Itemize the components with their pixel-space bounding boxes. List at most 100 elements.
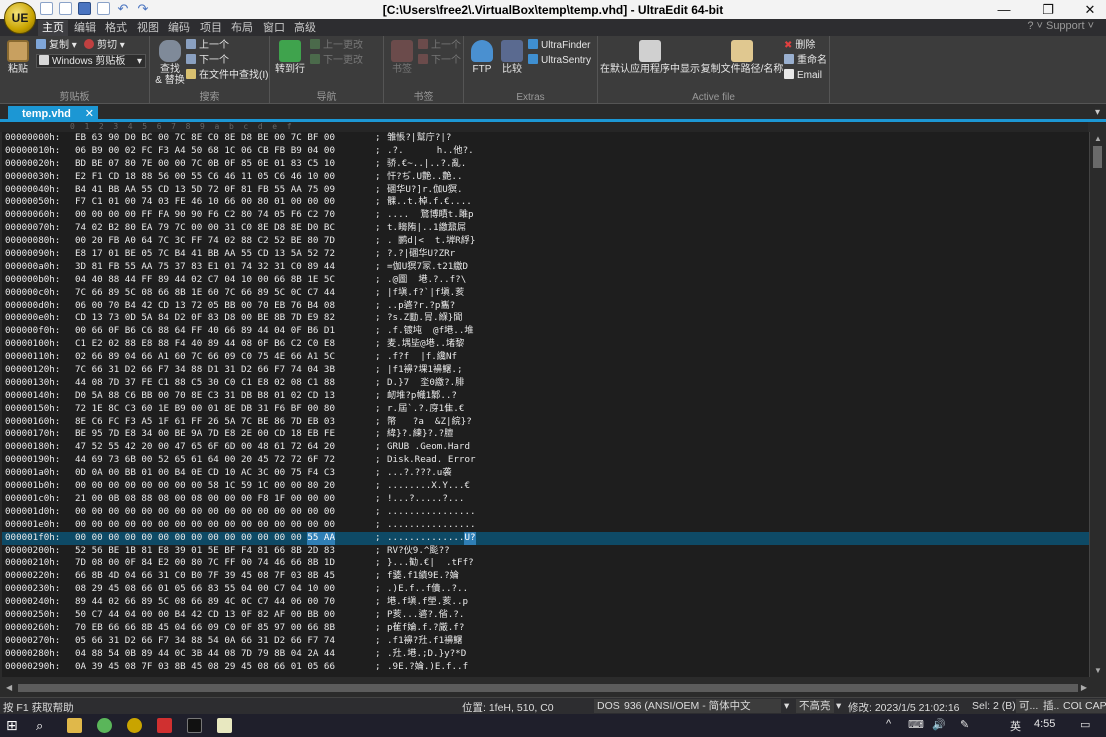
- hex-text[interactable]: ?s.Z勔.冐.緥}閭: [387, 312, 462, 325]
- clipboard-select[interactable]: Windows 剪贴板 ▾: [36, 54, 146, 68]
- hex-text[interactable]: ?.?|碅华U?ZRr: [387, 248, 455, 261]
- hex-row[interactable]: 00000000h: EB 63 90 D0 BC 00 7C 8E C0 8E …: [2, 132, 1089, 145]
- hex-bytes[interactable]: 47 52 55 42 20 00 47 65 6F 6D 00 48 61 7…: [75, 441, 375, 454]
- hex-text[interactable]: .?. h..他?.: [387, 145, 474, 158]
- volume-icon[interactable]: 🔊: [932, 718, 946, 731]
- hex-bytes[interactable]: BE 95 7D E8 34 00 BE 9A 7D E8 2E 00 CD 1…: [75, 428, 375, 441]
- search-icon[interactable]: ⌕: [36, 718, 51, 733]
- hex-text[interactable]: .@圖 塂.?..f?\: [387, 274, 466, 287]
- hex-bytes[interactable]: EB 63 90 D0 BC 00 7C 8E C0 8E D8 BE 00 7…: [75, 132, 375, 145]
- ultrafinder-button[interactable]: UltraFinder: [528, 39, 590, 53]
- hex-row[interactable]: 00000200h: 52 56 BE 1B 81 E8 39 01 5E BF …: [2, 545, 1089, 558]
- hex-row[interactable]: 000001f0h: 00 00 00 00 00 00 00 00 00 00 …: [2, 531, 1089, 545]
- hex-row[interactable]: 00000020h: BD BE 07 80 7E 00 00 7C 0B 0F …: [2, 158, 1089, 171]
- find-prev-button[interactable]: 上一个: [186, 39, 229, 53]
- hex-bytes[interactable]: 00 00 00 00 00 00 00 00 00 00 00 00 00 0…: [75, 519, 375, 532]
- scroll-up-icon[interactable]: ▲: [1094, 134, 1102, 143]
- hex-bytes[interactable]: 0D 0A 00 BB 01 00 B4 0E CD 10 AC 3C 00 7…: [75, 467, 375, 480]
- hex-text[interactable]: 髁..t.棹.f.€....: [387, 196, 472, 209]
- hex-text[interactable]: .f.镀坉 @f塂..堆: [387, 325, 474, 338]
- hex-text[interactable]: Disk.Read. Error: [387, 454, 476, 467]
- hex-row[interactable]: 00000180h: 47 52 55 42 20 00 47 65 6F 6D …: [2, 441, 1089, 454]
- delete-button[interactable]: ✖ 删除: [784, 39, 815, 53]
- tab-view[interactable]: 视图: [133, 20, 163, 36]
- support-menu[interactable]: ? ˅ Support ˅: [1027, 20, 1094, 32]
- hex-text[interactable]: r.屆`.?.庌1隹.€: [387, 403, 464, 416]
- hex-text[interactable]: ................: [387, 519, 476, 532]
- vertical-scroll-thumb[interactable]: [1093, 146, 1102, 168]
- hex-row[interactable]: 000000e0h: CD 13 73 0D 5A 84 D2 0F 83 D8 …: [2, 312, 1089, 325]
- hex-row[interactable]: 000000a0h: 3D 81 FB 55 AA 75 37 83 E1 01 …: [2, 261, 1089, 274]
- hex-text[interactable]: }...勧.€| .tFf?: [387, 557, 474, 570]
- hex-row[interactable]: 000000b0h: 04 40 88 44 FF 89 44 02 C7 04 …: [2, 274, 1089, 287]
- hex-row[interactable]: 00000170h: BE 95 7D E8 34 00 BE 9A 7D E8 …: [2, 428, 1089, 441]
- hex-text[interactable]: 忓?ぢ.U艶..艶..: [387, 171, 462, 184]
- next-change-button[interactable]: 下一更改: [310, 54, 363, 68]
- show-in-default-app-button[interactable]: 在默认应用程序中显示: [600, 40, 700, 75]
- app-logo[interactable]: UE: [4, 2, 36, 34]
- find-next-button[interactable]: 下一个: [186, 54, 229, 68]
- find-in-files-button[interactable]: 在文件中查找(I): [186, 69, 268, 83]
- hex-row[interactable]: 00000260h: 70 EB 66 66 8B 45 04 66 09 C0 …: [2, 622, 1089, 635]
- hex-text[interactable]: P荄...碆?.偗.?.: [387, 609, 464, 622]
- hex-row[interactable]: 00000040h: B4 41 BB AA 55 CD 13 5D 72 0F …: [2, 184, 1089, 197]
- hex-text[interactable]: ................: [387, 506, 476, 519]
- hex-bytes[interactable]: 21 00 0B 08 88 08 00 08 00 00 00 F8 1F 0…: [75, 493, 375, 506]
- ftp-button[interactable]: FTP: [468, 40, 496, 75]
- close-tab-icon[interactable]: ✕: [85, 106, 94, 122]
- hex-row[interactable]: 00000230h: 08 29 45 08 66 01 05 66 83 55 …: [2, 583, 1089, 596]
- hex-bytes[interactable]: 72 1E 8C C3 60 1E B9 00 01 8E DB 31 F6 B…: [75, 403, 375, 416]
- tab-project[interactable]: 项目: [196, 20, 226, 36]
- hex-row[interactable]: 00000080h: 00 20 FB A0 64 7C 3C FF 74 02 …: [2, 235, 1089, 248]
- hex-editor[interactable]: 00000000h: EB 63 90 D0 BC 00 7C 8E C0 8E …: [2, 132, 1089, 677]
- hex-text[interactable]: GRUB .Geom.Hard: [387, 441, 476, 454]
- hex-row[interactable]: 00000240h: 89 44 02 66 89 5C 08 66 89 4C …: [2, 596, 1089, 609]
- hex-text[interactable]: t.矈陏|..1繳鼐屌: [387, 222, 466, 235]
- hex-row[interactable]: 00000010h: 06 B9 00 02 FC F3 A4 50 68 1C …: [2, 145, 1089, 158]
- hex-row[interactable]: 00000150h: 72 1E 8C C3 60 1E B9 00 01 8E …: [2, 403, 1089, 416]
- hex-text[interactable]: 麦.堣坒@塂..堵黎: [387, 338, 464, 351]
- scroll-down-icon[interactable]: ▼: [1094, 666, 1102, 675]
- hex-text[interactable]: |f1襣?堁1襣鱰.;: [387, 364, 462, 377]
- hex-text[interactable]: |f塡.f?`|f塡.荄: [387, 287, 464, 300]
- horizontal-scrollbar[interactable]: ◀ ▶: [2, 681, 1089, 695]
- hex-text[interactable]: ...?.???.u袭: [387, 467, 452, 480]
- hex-row[interactable]: 00000050h: F7 C1 01 00 74 03 FE 46 10 66 …: [2, 196, 1089, 209]
- tab-layout[interactable]: 布局: [227, 20, 257, 36]
- hex-row[interactable]: 00000210h: 7D 08 00 0F 84 E2 00 80 7C FF …: [2, 557, 1089, 570]
- windows-start-icon[interactable]: ⊞: [6, 718, 21, 733]
- hex-text[interactable]: 碅华U?]r.伽U猽.: [387, 184, 462, 197]
- hex-bytes[interactable]: BD BE 07 80 7E 00 00 7C 0B 0F 85 0E 01 8…: [75, 158, 375, 171]
- hex-bytes[interactable]: 04 40 88 44 FF 89 44 02 C7 04 10 00 66 8…: [75, 274, 375, 287]
- vertical-scrollbar[interactable]: ▲ ▼: [1089, 132, 1104, 677]
- hex-text[interactable]: =伽U猽7冡.t21繳D: [387, 261, 468, 274]
- hex-row[interactable]: 00000140h: D0 5A 88 C6 BB 00 70 8E C3 31 …: [2, 390, 1089, 403]
- hex-text[interactable]: 塂.f塡.f塋.荄..p: [387, 596, 468, 609]
- hex-bytes[interactable]: 0A 39 45 08 7F 03 8B 45 08 29 45 08 66 0…: [75, 661, 375, 674]
- hex-bytes[interactable]: B4 41 BB AA 55 CD 13 5D 72 0F 81 FB 55 A…: [75, 184, 375, 197]
- hex-row[interactable]: 00000280h: 04 88 54 0B 89 44 0C 3B 44 08 …: [2, 648, 1089, 661]
- paste-button[interactable]: 粘贴: [4, 40, 32, 75]
- hex-row[interactable]: 000000c0h: 7C 66 89 5C 08 66 8B 1E 60 7C …: [2, 287, 1089, 300]
- hex-text[interactable]: .)E.f..f僓..?..: [387, 583, 468, 596]
- wps-icon[interactable]: [157, 718, 172, 733]
- next-bookmark-button[interactable]: 下一个: [418, 54, 461, 68]
- hex-bytes[interactable]: 7C 66 89 5C 08 66 8B 1E 60 7C 66 89 5C 0…: [75, 287, 375, 300]
- hex-row[interactable]: 000001e0h: 00 00 00 00 00 00 00 00 00 00 …: [2, 519, 1089, 532]
- hex-row[interactable]: 000000f0h: 00 66 0F B6 C6 88 64 FF 40 66 …: [2, 325, 1089, 338]
- hex-text[interactable]: ..............U?: [387, 531, 476, 545]
- goto-line-button[interactable]: 转到行: [273, 40, 307, 75]
- status-cap[interactable]: CAP: [1082, 699, 1106, 713]
- hex-bytes[interactable]: 44 08 7D 37 FE C1 88 C5 30 C0 C1 E8 02 0…: [75, 377, 375, 390]
- hex-row[interactable]: 000001d0h: 00 00 00 00 00 00 00 00 00 00 …: [2, 506, 1089, 519]
- hex-bytes[interactable]: D0 5A 88 C6 BB 00 70 8E C3 31 DB B8 01 0…: [75, 390, 375, 403]
- hex-row[interactable]: 00000060h: 00 00 00 00 FF FA 90 90 F6 C2 …: [2, 209, 1089, 222]
- hex-row[interactable]: 00000100h: C1 E2 02 88 E8 88 F4 40 89 44 …: [2, 338, 1089, 351]
- hex-row[interactable]: 00000290h: 0A 39 45 08 7F 03 8B 45 08 29 …: [2, 661, 1089, 674]
- hex-text[interactable]: 衂堆?p幟1鄹..?: [387, 390, 457, 403]
- ime-indicator[interactable]: 英: [1010, 718, 1021, 734]
- browser-icon[interactable]: [97, 718, 112, 733]
- notepad-icon[interactable]: [217, 718, 232, 733]
- tray-chevron-icon[interactable]: ^: [886, 718, 891, 730]
- hex-row[interactable]: 00000130h: 44 08 7D 37 FE C1 88 C5 30 C0 …: [2, 377, 1089, 390]
